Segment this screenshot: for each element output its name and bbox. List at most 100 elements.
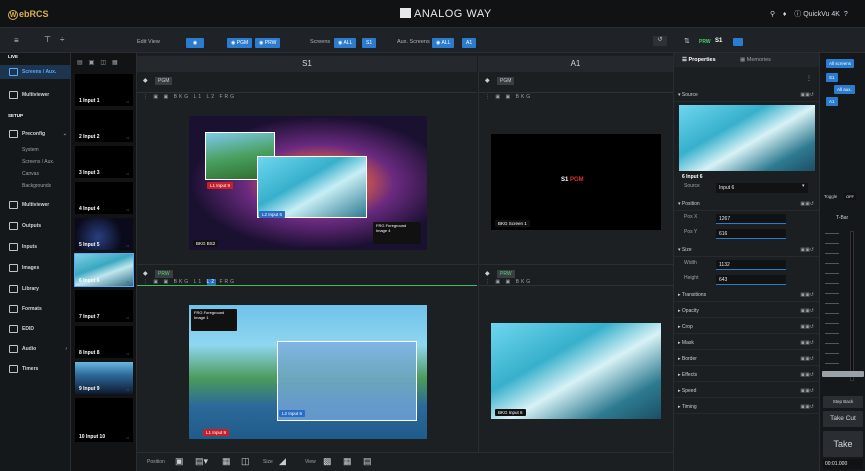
view-prw-button[interactable]: ◉ PRW [255,38,281,48]
a1-pgm-layer-icons[interactable]: ⋮ ▣ ▣ BKG [485,94,532,100]
take-button[interactable]: Take [823,431,863,457]
sidebar-item-timers[interactable]: Timers [0,362,71,376]
inputs-view-icons[interactable]: ▤▣◫▦ [77,59,124,66]
all-aux-button[interactable]: All aux. [834,85,855,94]
section-mask[interactable]: ▸ Mask ▣▣↺ [674,336,820,350]
menu-icon[interactable]: ≡ [14,36,19,45]
section-source[interactable]: ▾ Source ▣▣↺ [674,88,820,102]
sidebar-item-outputs[interactable]: Outputs [0,219,71,233]
lock-icon[interactable]: ◆ [485,77,490,84]
pgm-layer-l2[interactable] [257,156,367,218]
bell-icon[interactable]: ♦ [783,11,787,18]
undo-icon[interactable]: ↺ [653,36,667,46]
input-tile-8[interactable]: 8 Input 8 •• [75,326,133,358]
posx-field[interactable]: Pos X 1267 [684,214,814,224]
s1-prw-canvas[interactable]: FRG Foreground Image 1 L2 Input 6 L1 Inp… [189,305,427,439]
input-tile-9[interactable]: 9 Input 9 •• [75,362,133,394]
monitor-icon[interactable] [733,38,743,46]
screens-s1-button[interactable]: S1 [362,38,377,48]
prw-layer-l2-selected[interactable] [277,341,417,421]
app-logo[interactable]: WebRCS [8,9,49,20]
sidebar-item-images[interactable]: Images [0,261,71,275]
sidebar-item-formats[interactable]: Formats [0,302,71,316]
sidebar-item-library[interactable]: Library [0,282,71,296]
edit-view-eye-button[interactable]: ◉ [186,38,204,48]
aux-a1-button[interactable]: A1 [826,97,838,106]
section-position[interactable]: ▾ Position ▣▣↺ [674,197,820,211]
view-grid-icon[interactable]: ▦ [343,456,352,467]
input-tile-10[interactable]: 10 Input 10 •• [75,398,133,442]
sort-icon[interactable]: ⇅ [684,37,690,45]
step-back-button[interactable]: Step Back [823,396,863,408]
pgm-badge: PGM [155,77,173,85]
a1-pgm-canvas[interactable]: S1 PGM BKG Screen 1 [491,134,661,230]
inputs-column: ▤▣◫▦ 1 Input 1 •• 2 Input 2 •• 3 Input 3 ••… [71,53,137,471]
s1-prw-layer-icons[interactable]: ⋮ ▣ ▣ BKG L1 L2 FRG [143,279,236,285]
sidebar-sub-screens-aux[interactable]: Screens / Aux. [22,159,54,165]
lock-icon[interactable]: ◆ [485,270,490,277]
help-icon[interactable]: ? [842,11,848,18]
aux-all-button[interactable]: ◉ ALL [432,38,455,48]
section-opacity[interactable]: ▸ Opacity ▣▣↺ [674,304,820,318]
input-tile-2[interactable]: 2 Input 2 •• [75,110,133,142]
tab-properties[interactable]: ☰ Properties [682,53,716,67]
resize-icon[interactable]: ◢ [279,456,286,467]
a1-prw-canvas[interactable]: BKG Input 6 [491,323,661,419]
sidebar-item-inputs[interactable]: Inputs [0,240,71,254]
input-tile-6[interactable]: 6 Input 6 •• [74,253,134,287]
align-icon[interactable]: ▣ [175,456,184,467]
section-crop[interactable]: ▸ Crop ▣▣↺ [674,320,820,334]
layout-icon[interactable]: ⊤ [44,35,51,44]
input-tile-5[interactable]: 5 Input 5 •• [75,218,133,250]
section-border[interactable]: ▸ Border ▣▣↺ [674,352,820,366]
screens-all-button[interactable]: ◉ ALL [334,38,357,48]
info-icon[interactable]: ⓘ [794,11,801,18]
align-dropdown-icon[interactable]: ▤▾ [195,456,208,467]
s1-pgm-canvas[interactable]: L1 Input 9 L2 Input 6 FRG Foreground Ima… [189,116,427,250]
source-field[interactable]: Source Input 6 ▾ [684,183,814,193]
sidebar-sub-system[interactable]: System [22,147,39,153]
section-timing[interactable]: ▸ Timing ▣▣↺ [674,400,820,414]
sidebar-item-audio[interactable]: Audio › [0,342,71,356]
all-screens-button[interactable]: All screens [826,59,855,68]
fit-icon[interactable]: ◫ [241,456,250,467]
section-size[interactable]: ▾ Size ▣▣↺ [674,243,820,257]
input-tile-7[interactable]: 7 Input 7 •• [75,290,133,322]
aux-a1-button[interactable]: A1 [462,38,477,48]
view-pgm-button[interactable]: ◉ PGM [227,38,253,48]
search-icon[interactable]: ⚲ [770,11,775,18]
lock-icon[interactable]: ◆ [143,77,148,84]
center-icon[interactable]: ▦ [222,456,231,467]
sidebar-sub-backgrounds[interactable]: Backgrounds [22,183,51,189]
section-effects[interactable]: ▸ Effects ▣▣↺ [674,368,820,382]
s1-pgm-layer-icons[interactable]: ⋮ ▣ ▣ BKG L1 L2 FRG [143,94,236,100]
tab-memories[interactable]: ▦ Memories [740,53,771,67]
input-tile-3[interactable]: 3 Input 3 •• [75,146,133,178]
screen-s1-button[interactable]: S1 [826,73,838,82]
input-tile-1[interactable]: 1 Input 1 •• [75,74,133,106]
view-split-icon[interactable]: ▤ [363,456,372,467]
device-name[interactable]: QuickVu 4K [803,11,840,18]
duration-field[interactable]: 00:01.000 [823,459,863,469]
posy-field[interactable]: Pos Y 616 [684,229,814,239]
lock-icon[interactable]: ◆ [143,270,148,277]
view-layers-icon[interactable]: ▩ [323,456,332,467]
section-transitions[interactable]: ▸ Transitions ▣▣↺ [674,288,820,302]
brand-title: ANALOG WAY [400,8,492,20]
section-speed[interactable]: ▸ Speed ▣▣↺ [674,384,820,398]
more-icon[interactable]: ⋮ [806,75,812,82]
input-tile-4[interactable]: 4 Input 4 •• [75,182,133,214]
sidebar-item-screens-aux[interactable]: Screens / Aux. [0,65,71,79]
split-icon[interactable]: ÷ [60,35,64,44]
toggle-switch[interactable]: OFF [844,193,856,200]
sidebar-item-preconfig[interactable]: Preconfig ⌄ [0,127,71,141]
sidebar-item-edid[interactable]: EDID [0,322,71,336]
take-cut-button[interactable]: Take Cut [823,411,863,427]
height-field[interactable]: Height 643 [684,275,814,285]
tbar-handle[interactable] [822,371,864,377]
a1-prw-layer-icons[interactable]: ⋮ ▣ ▣ BKG [485,279,532,285]
width-field[interactable]: Width 1132 [684,260,814,270]
sidebar-item-multiviewer-setup[interactable]: Multiviewer [0,198,71,212]
sidebar-sub-canvas[interactable]: Canvas [22,171,39,177]
sidebar-item-multiviewer[interactable]: Multiviewer [0,88,71,102]
